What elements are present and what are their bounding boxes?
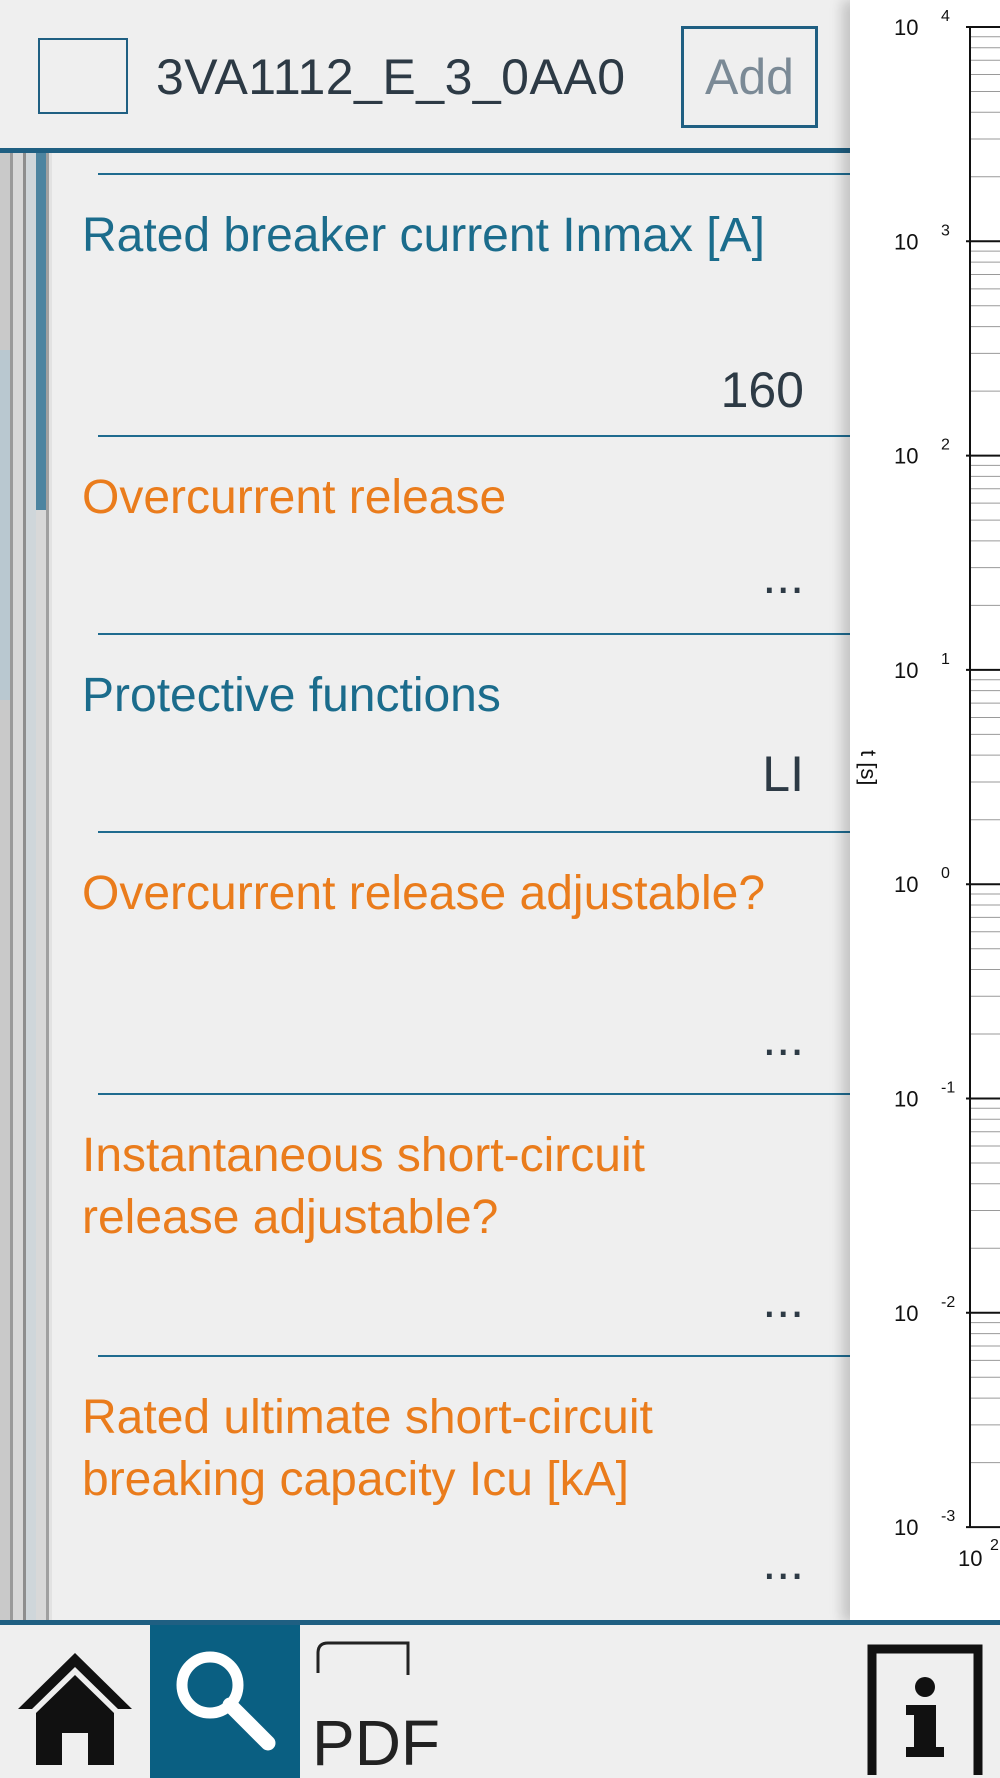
property-list: Rated breaker current Inmax [A] 160 Over… (52, 153, 850, 1620)
property-item-overcurrent-release[interactable]: Overcurrent release ... (52, 435, 850, 633)
pdf-button[interactable]: PDF (300, 1625, 460, 1778)
property-label: Instantaneous short-circuit release adju… (82, 1129, 645, 1244)
product-title: 3VA1112_E_3_0AA0 (156, 49, 626, 105)
y-tick-exponent: 2 (941, 437, 950, 454)
y-tick-exponent: -3 (941, 1508, 955, 1525)
item-divider (98, 1093, 850, 1095)
home-icon (18, 1653, 132, 1765)
home-button[interactable] (0, 1625, 150, 1778)
y-tick-label: 10 (894, 444, 918, 469)
add-button[interactable]: Add (681, 26, 818, 128)
property-item-protective-functions[interactable]: Protective functions LI (52, 633, 850, 831)
info-icon (867, 1644, 983, 1775)
property-item-rated-breaker-current[interactable]: Rated breaker current Inmax [A] 160 (52, 173, 850, 435)
y-tick-exponent: 4 (941, 8, 950, 25)
item-divider (98, 831, 850, 833)
y-tick-exponent: 0 (941, 865, 950, 882)
item-divider (98, 173, 850, 175)
y-tick-label: 10 (894, 1301, 918, 1326)
property-value: 160 (720, 362, 804, 418)
property-value: ... (762, 1272, 804, 1328)
item-divider (98, 1355, 850, 1357)
y-tick-label: 10 (894, 229, 918, 254)
stacked-panel-edges (0, 150, 52, 1620)
y-tick-exponent: 3 (941, 222, 950, 239)
property-label: Overcurrent release (82, 471, 507, 524)
property-value: ... (762, 1534, 804, 1590)
product-header: 3VA1112_E_3_0AA0 Add (0, 0, 850, 153)
property-label: Overcurrent release adjustable? (82, 867, 766, 920)
pdf-icon: PDF (312, 1641, 440, 1778)
y-tick-label: 10 (894, 872, 918, 897)
x-tick-exponent: 2 (990, 1537, 999, 1554)
property-value: ... (762, 1010, 804, 1066)
property-value: ... (762, 548, 804, 604)
tripping-curve-panel[interactable]: 10 4 10 3 10 2 10 1 10 0 10 -1 10 -2 10 -3 t [s] 10 2 (850, 0, 1000, 1622)
property-item-icu[interactable]: Rated ultimate short-circuit breaking ca… (52, 1355, 850, 1620)
y-tick-label: 10 (894, 1515, 918, 1540)
select-checkbox[interactable] (38, 38, 128, 114)
y-axis-label: t [s] (856, 750, 881, 785)
search-icon (176, 1651, 276, 1751)
property-label: Protective functions (82, 669, 501, 722)
item-divider (98, 633, 850, 635)
property-label: Rated ultimate short-circuit breaking ca… (82, 1391, 653, 1506)
x-tick-label: 10 (958, 1546, 982, 1571)
info-button[interactable] (860, 1625, 1000, 1778)
pdf-label: PDF (312, 1707, 440, 1778)
y-tick-exponent: -1 (941, 1080, 955, 1097)
y-tick-label: 10 (894, 1087, 918, 1112)
y-tick-label: 10 (894, 658, 918, 683)
search-button[interactable] (150, 1625, 300, 1778)
property-item-overcurrent-adjustable[interactable]: Overcurrent release adjustable? ... (52, 831, 850, 1093)
property-value: LI (762, 746, 804, 802)
y-tick-exponent: -2 (941, 1294, 955, 1311)
item-divider (98, 435, 850, 437)
y-tick-exponent: 1 (941, 651, 950, 668)
bottom-toolbar: PDF (0, 1620, 1000, 1778)
y-tick-label: 10 (894, 15, 918, 40)
tripping-curve-chart: 10 4 10 3 10 2 10 1 10 0 10 -1 10 -2 10 -3 t [s] 10 2 (856, 8, 1000, 1571)
property-item-short-circuit-adjustable[interactable]: Instantaneous short-circuit release adju… (52, 1093, 850, 1355)
property-label: Rated breaker current Inmax [A] (82, 209, 765, 262)
